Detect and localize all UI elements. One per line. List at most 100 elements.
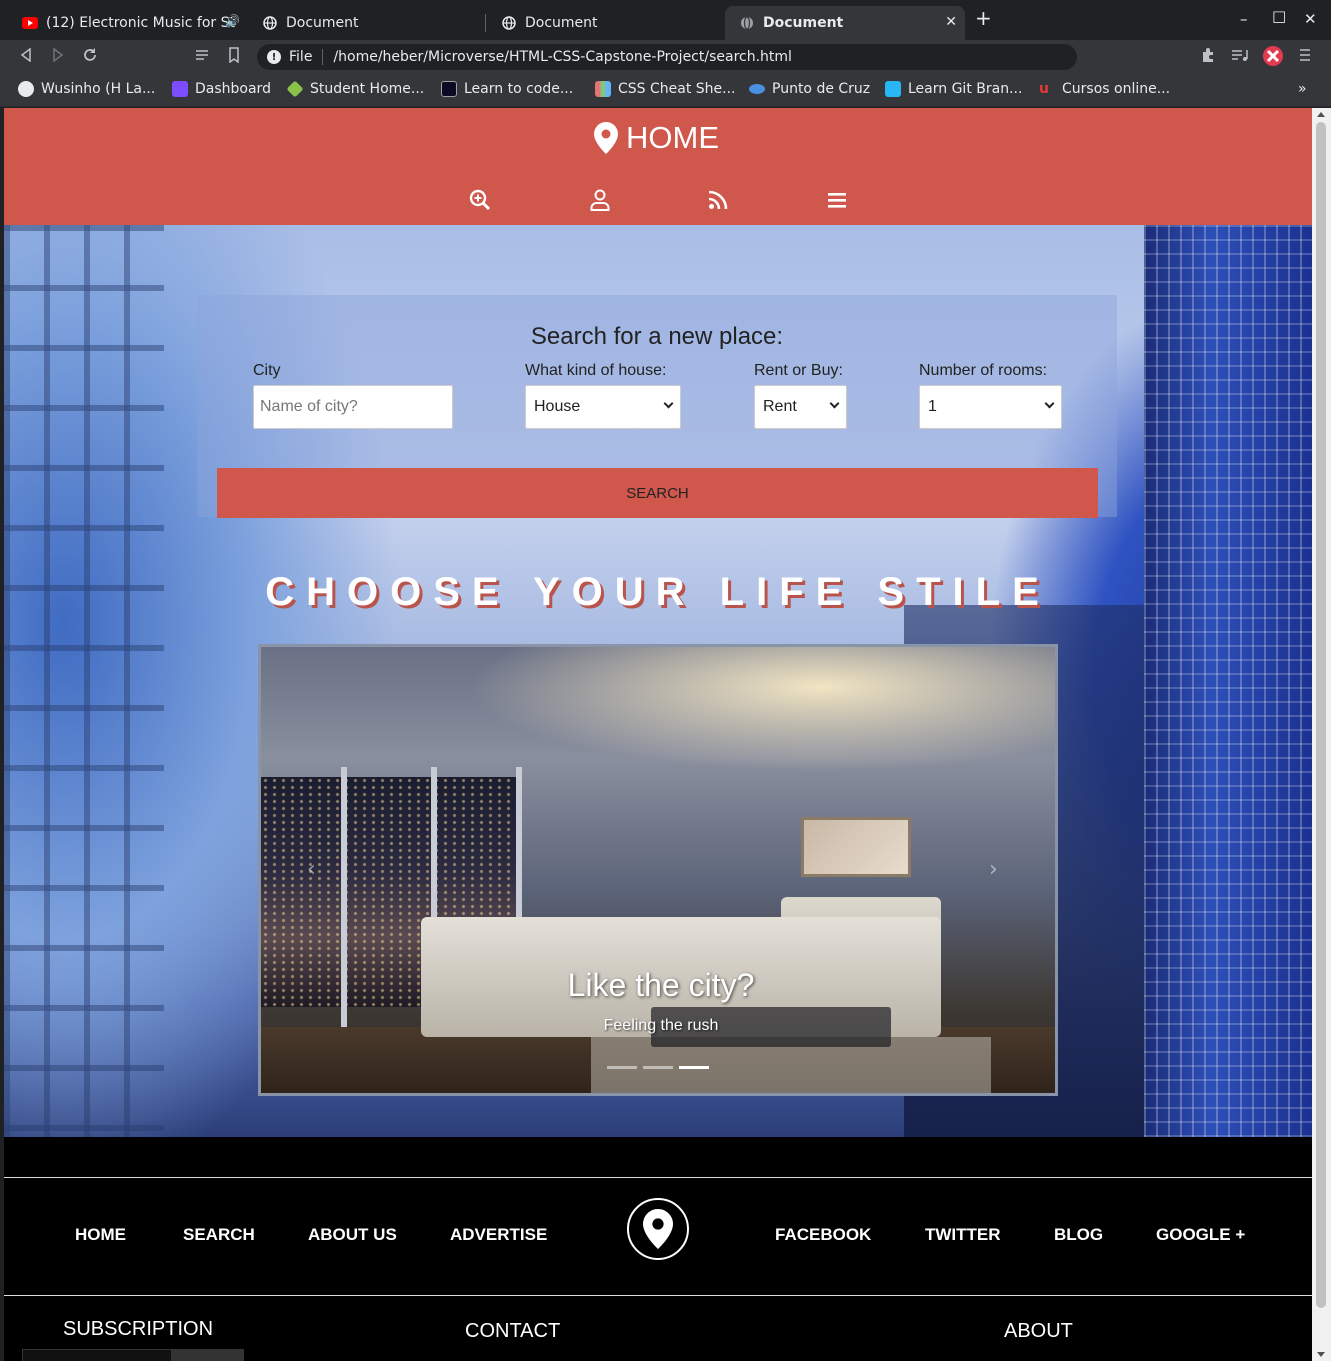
maximize-button[interactable]: □ bbox=[1272, 7, 1286, 25]
footer-link-facebook[interactable]: FACEBOOK bbox=[775, 1225, 871, 1245]
footer-link-search[interactable]: SEARCH bbox=[183, 1225, 255, 1245]
new-tab-button[interactable]: + bbox=[975, 6, 992, 30]
footer-logo[interactable] bbox=[627, 1198, 689, 1260]
lifestyle-heading: CHOOSE YOUR LIFE STILE bbox=[265, 570, 1051, 614]
close-tab-icon[interactable]: ✕ bbox=[945, 14, 957, 30]
bookmark-label: Learn to code... bbox=[464, 81, 574, 97]
extensions-icon[interactable] bbox=[1198, 47, 1218, 67]
microverse-icon bbox=[286, 80, 304, 98]
bookmark-item[interactable]: Punto de Cruz bbox=[749, 81, 870, 97]
bookmark-item[interactable]: Learn Git Bran... bbox=[885, 81, 1022, 97]
carousel-indicator[interactable] bbox=[643, 1066, 673, 1069]
rent-buy-label: Rent or Buy: bbox=[754, 362, 843, 379]
bookmark-item[interactable]: CSS Cheat She... bbox=[595, 81, 736, 97]
tab-title: (12) Electronic Music for St bbox=[46, 15, 236, 31]
city-label: City bbox=[253, 362, 281, 379]
footer-link-about-us[interactable]: ABOUT US bbox=[308, 1225, 397, 1245]
user-icon[interactable] bbox=[588, 188, 612, 212]
rooms-value: 1 bbox=[928, 398, 937, 415]
browser-tab-youtube[interactable]: (12) Electronic Music for St 🔊 bbox=[8, 6, 246, 40]
browser-tab-document-2[interactable]: Document bbox=[487, 6, 723, 40]
house-type-label: What kind of house: bbox=[525, 362, 667, 379]
udemy-icon: u bbox=[1039, 81, 1049, 97]
page-viewport: HOME Search for a new place: City Name o… bbox=[4, 108, 1312, 1361]
wall-art-image bbox=[801, 817, 911, 877]
site-header: HOME bbox=[4, 108, 1312, 225]
globe-icon bbox=[262, 15, 278, 31]
rent-buy-select[interactable]: Rent bbox=[754, 385, 847, 429]
bookmark-label: Student Home... bbox=[310, 81, 425, 97]
rss-icon[interactable] bbox=[706, 188, 730, 212]
bookmark-label: Wusinho (H La... bbox=[41, 81, 156, 97]
carousel-indicator[interactable] bbox=[607, 1066, 637, 1069]
city-input[interactable]: Name of city? bbox=[253, 385, 453, 429]
minimize-button[interactable]: – bbox=[1240, 10, 1248, 28]
page-scrollbar[interactable] bbox=[1312, 108, 1331, 1361]
media-control-icon[interactable] bbox=[1230, 47, 1250, 66]
site-brand[interactable]: HOME bbox=[594, 120, 719, 156]
forward-icon[interactable] bbox=[48, 47, 68, 66]
audio-playing-icon[interactable]: 🔊 bbox=[225, 14, 240, 28]
footer-link-home[interactable]: HOME bbox=[75, 1225, 126, 1245]
footer-divider bbox=[4, 1295, 1312, 1296]
browser-tab-document-active[interactable]: Document ✕ bbox=[725, 6, 965, 40]
bookmarks-bar: Wusinho (H La... Dashboard Student Home.… bbox=[0, 74, 1331, 107]
scrollbar-thumb[interactable] bbox=[1316, 122, 1326, 1308]
chevron-down-icon bbox=[1044, 398, 1055, 409]
site-info-icon[interactable]: ! bbox=[267, 50, 281, 64]
map-pin-icon bbox=[594, 122, 618, 154]
bookmark-label: Learn Git Bran... bbox=[908, 81, 1023, 97]
carousel-next-icon[interactable]: › bbox=[989, 857, 1019, 887]
carousel-indicator-active[interactable] bbox=[679, 1066, 709, 1069]
search-title: Search for a new place: bbox=[530, 323, 784, 350]
close-window-button[interactable]: ✕ bbox=[1304, 10, 1317, 28]
bookmark-icon[interactable] bbox=[224, 47, 244, 67]
bookmark-label: CSS Cheat She... bbox=[618, 81, 736, 97]
menu-icon[interactable] bbox=[825, 188, 849, 212]
chevron-down-icon bbox=[663, 398, 674, 409]
footer-divider bbox=[4, 1177, 1312, 1178]
url-text[interactable]: /home/heber/Microverse/HTML-CSS-Capstone… bbox=[333, 49, 792, 65]
github-icon bbox=[18, 81, 34, 97]
search-form: Search for a new place: City Name of cit… bbox=[197, 295, 1117, 518]
browser-menu-icon[interactable] bbox=[1295, 47, 1315, 66]
search-icon[interactable] bbox=[468, 188, 492, 212]
address-bar[interactable]: ! File /home/heber/Microverse/HTML-CSS-C… bbox=[257, 44, 1077, 70]
image-carousel[interactable]: ‹ › Like the city? Feeling the rush bbox=[258, 644, 1058, 1096]
bookmark-item[interactable]: Wusinho (H La... bbox=[18, 81, 155, 97]
back-icon[interactable] bbox=[16, 47, 36, 66]
bookmarks-overflow-button[interactable]: » bbox=[1298, 81, 1307, 97]
globe-icon bbox=[501, 15, 517, 31]
tab-separator bbox=[485, 14, 486, 32]
browser-tab-bar: (12) Electronic Music for St 🔊 Document … bbox=[0, 0, 1331, 40]
footer-link-twitter[interactable]: TWITTER bbox=[925, 1225, 1001, 1245]
bookmark-item[interactable]: Learn to code... bbox=[441, 81, 573, 97]
bookmark-label: Punto de Cruz bbox=[772, 81, 871, 97]
reload-icon[interactable] bbox=[80, 47, 100, 67]
bookmark-icon bbox=[749, 84, 765, 94]
scroll-down-icon[interactable] bbox=[1317, 1352, 1325, 1357]
house-type-select[interactable]: House bbox=[525, 385, 681, 429]
contact-heading: CONTACT bbox=[465, 1320, 561, 1342]
footer-link-blog[interactable]: BLOG bbox=[1054, 1225, 1103, 1245]
carousel-prev-icon[interactable]: ‹ bbox=[307, 857, 337, 887]
browser-tab-document-1[interactable]: Document bbox=[248, 6, 484, 40]
scroll-up-icon[interactable] bbox=[1317, 112, 1325, 117]
bookmark-item[interactable]: u Cursos online... bbox=[1039, 81, 1170, 97]
search-button[interactable]: SEARCH bbox=[217, 468, 1098, 518]
rooms-label: Number of rooms: bbox=[919, 362, 1048, 379]
profile-avatar-icon[interactable] bbox=[1262, 45, 1283, 71]
subscription-email-input[interactable] bbox=[22, 1349, 172, 1361]
site-footer: HOME SEARCH ABOUT US ADVERTISE FACEBOOK … bbox=[4, 1137, 1312, 1361]
subscription-heading: SUBSCRIPTION bbox=[63, 1318, 214, 1340]
map-pin-icon bbox=[643, 1209, 673, 1249]
bookmark-item[interactable]: Dashboard bbox=[172, 81, 271, 97]
rooms-select[interactable]: 1 bbox=[919, 385, 1062, 429]
footer-link-google-plus[interactable]: GOOGLE + bbox=[1156, 1225, 1245, 1245]
bookmark-item[interactable]: Student Home... bbox=[286, 80, 425, 98]
reader-mode-icon[interactable] bbox=[192, 47, 212, 66]
subscription-submit-button[interactable] bbox=[172, 1349, 244, 1361]
youtube-icon bbox=[22, 15, 38, 31]
footer-link-advertise[interactable]: ADVERTISE bbox=[450, 1225, 547, 1245]
bookmark-label: Dashboard bbox=[195, 81, 271, 97]
